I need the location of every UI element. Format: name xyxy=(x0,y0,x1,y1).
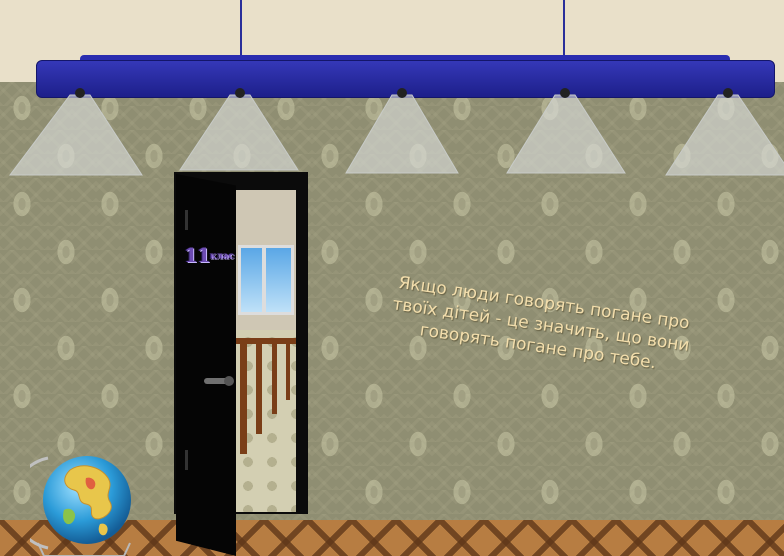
classroom-window xyxy=(238,245,294,315)
door-hinge xyxy=(185,450,188,470)
desk-leg xyxy=(272,344,277,414)
door-sign-number: 11 xyxy=(184,243,211,267)
lamp-rod-right xyxy=(563,0,565,55)
door-handle-rose xyxy=(224,376,234,386)
door-sign-suffix: клас xyxy=(209,251,235,262)
desk-leg xyxy=(256,344,262,434)
lamp-rod-left xyxy=(240,0,242,55)
classroom-view xyxy=(236,190,296,512)
open-door[interactable] xyxy=(176,174,236,556)
desk-leg xyxy=(286,344,290,400)
door-hinge xyxy=(185,210,188,230)
door-sign: 11клас xyxy=(184,244,234,266)
desk-leg xyxy=(240,344,247,454)
globe-icon[interactable] xyxy=(30,448,140,556)
classroom-scene: 11клас Якщо люди говорять погане про тво… xyxy=(0,0,784,556)
